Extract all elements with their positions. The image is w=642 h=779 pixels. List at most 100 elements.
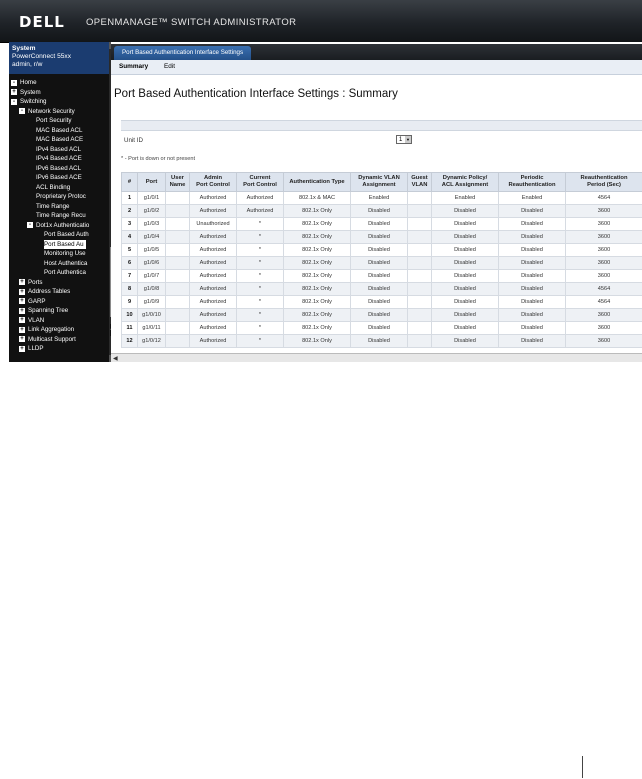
column-header[interactable]: Admin Port Control <box>189 172 237 192</box>
table-cell: Unauthorized <box>189 217 237 231</box>
table-cell <box>165 191 190 205</box>
expand-icon[interactable]: + <box>19 307 25 314</box>
table-cell: g1/0/1 <box>137 191 166 205</box>
table-cell: Authorized <box>189 204 237 218</box>
unit-id-select[interactable]: 1 ▼ <box>396 135 412 144</box>
tree-item[interactable]: IPv6 Based ACE <box>36 173 82 182</box>
tree-item[interactable]: Port Authentica <box>44 268 86 277</box>
tree-item[interactable]: Spanning Tree <box>28 306 68 315</box>
subtab-edit[interactable]: Edit <box>164 63 175 70</box>
column-header[interactable]: Port <box>137 172 166 192</box>
table-cell: 3600 <box>565 217 642 231</box>
column-header[interactable]: Current Port Control <box>236 172 284 192</box>
column-header[interactable]: User Name <box>165 172 190 192</box>
column-header[interactable]: Dynamic Policy/ ACL Assignment <box>431 172 499 192</box>
expand-icon[interactable]: + <box>19 288 25 295</box>
table-cell: Disabled <box>431 217 499 231</box>
table-row[interactable]: 9 g1/0/9 Authorized * 802.1x Only Disabled Dis… <box>121 295 642 309</box>
expand-icon[interactable]: + <box>19 326 25 333</box>
expand-icon[interactable]: + <box>19 317 25 323</box>
collapse-icon[interactable]: - <box>27 222 33 228</box>
table-cell: 802.1x Only <box>283 295 351 309</box>
table-row[interactable]: 10 g1/0/10 Authorized * 802.1x Only Disabled D… <box>121 308 642 322</box>
table-cell: 3600 <box>565 308 642 322</box>
table-row[interactable]: 12 g1/0/12 Authorized * 802.1x Only Disabled D… <box>121 334 642 348</box>
tree-item[interactable]: System <box>20 88 41 97</box>
tree-item[interactable]: Link Aggregation <box>28 325 74 334</box>
table-cell: * <box>236 321 284 335</box>
table-row[interactable]: 4 g1/0/4 Authorized * 802.1x Only Disabled Dis… <box>121 230 642 244</box>
horizontal-scrollbar[interactable]: ◀ <box>111 353 642 362</box>
column-header[interactable]: Reauthentication Period (Sec) <box>565 172 642 192</box>
column-header[interactable]: Authentication Type <box>283 172 351 192</box>
expand-icon[interactable]: + <box>19 345 25 352</box>
tree-item[interactable]: LLDP <box>28 344 43 353</box>
table-cell: Disabled <box>350 256 408 270</box>
tree-item[interactable]: VLAN <box>28 316 44 325</box>
tree-item[interactable]: IPv6 Based ACL <box>36 164 81 173</box>
collapse-icon[interactable]: - <box>19 108 25 114</box>
tree-item[interactable]: Home <box>20 78 37 87</box>
table-cell: Disabled <box>350 295 408 309</box>
tree-item[interactable]: Multicast Support <box>28 335 76 344</box>
tree-item[interactable]: MAC Based ACL <box>36 126 82 135</box>
tree-item[interactable]: Ports <box>28 278 42 287</box>
system-info[interactable]: System PowerConnect 55xx admin, r/w <box>9 42 109 74</box>
table-cell: 802.1x Only <box>283 230 351 244</box>
tree-item[interactable]: MAC Based ACE <box>36 135 83 144</box>
expand-icon[interactable]: + <box>19 336 25 342</box>
table-cell: Enabled <box>431 191 499 205</box>
tree-item[interactable]: Address Tables <box>28 287 70 296</box>
table-cell: 802.1x Only <box>283 334 351 348</box>
table-cell: 5 <box>121 243 138 257</box>
table-cell: Authorized <box>189 334 237 348</box>
table-cell: Authorized <box>189 269 237 283</box>
tree-item[interactable]: Port Based Au <box>44 239 86 249</box>
tree-item[interactable]: Time Range Recu <box>36 211 86 220</box>
table-row[interactable]: 5 g1/0/5 Authorized * 802.1x Only Disabled Dis… <box>121 243 642 257</box>
tree-item[interactable]: GARP <box>28 297 46 306</box>
column-header[interactable]: # <box>121 172 138 192</box>
table-cell: g1/0/3 <box>137 217 166 231</box>
tree-item[interactable]: Dot1x Authenticatio <box>36 221 89 230</box>
tree-item[interactable]: Host Authentica <box>44 259 87 268</box>
table-row[interactable]: 11 g1/0/11 Authorized * 802.1x Only Disabled D… <box>121 321 642 335</box>
table-row[interactable]: 3 g1/0/3 Unauthorized * 802.1x Only Disabled D… <box>121 217 642 231</box>
table-row[interactable]: 1 g1/0/1 Authorized Authorized 802.1x & MAC E… <box>121 191 642 205</box>
scroll-left-icon[interactable]: ◀ <box>113 355 118 362</box>
tree-item[interactable]: IPv4 Based ACE <box>36 154 82 163</box>
tree-item[interactable]: Port Security <box>36 116 71 125</box>
tree-item[interactable]: Port Based Auth <box>44 230 89 239</box>
section-bar <box>121 120 642 131</box>
subtab-summary[interactable]: Summary <box>119 63 148 70</box>
table-cell <box>407 295 432 309</box>
table-cell: Authorized <box>189 295 237 309</box>
expand-icon[interactable]: + <box>11 89 17 95</box>
column-header[interactable]: Periodic Reauthentication <box>498 172 566 192</box>
table-cell: Disabled <box>431 308 499 322</box>
tree-item[interactable]: Time Range <box>36 202 69 211</box>
table-cell: 3600 <box>565 256 642 270</box>
table-row[interactable]: 6 g1/0/6 Authorized * 802.1x Only Disabled Dis… <box>121 256 642 270</box>
column-header[interactable]: Dynamic VLAN Assignment <box>350 172 408 192</box>
table-row[interactable]: 8 g1/0/8 Authorized * 802.1x Only Disabled Dis… <box>121 282 642 296</box>
table-cell: Authorized <box>189 191 237 205</box>
tree-item[interactable]: Network Security <box>28 107 75 116</box>
expand-icon[interactable]: + <box>19 279 25 285</box>
collapse-icon[interactable]: - <box>11 79 17 86</box>
column-header[interactable]: Guest VLAN <box>407 172 432 192</box>
collapse-icon[interactable]: - <box>11 98 17 105</box>
tree-item[interactable]: Monitoring Use <box>44 249 86 258</box>
tree-item[interactable]: ACL Binding <box>36 183 70 192</box>
unit-id-value: 1 <box>399 137 403 143</box>
tree-item[interactable]: Switching <box>20 97 46 106</box>
auth-settings-table: # Port User Name Admin Port Control Current … <box>121 172 642 348</box>
content-panel: Port Based Authentication Interface Sett… <box>111 42 642 362</box>
table-row[interactable]: 7 g1/0/7 Authorized * 802.1x Only Disabled Dis… <box>121 269 642 283</box>
expand-icon[interactable]: + <box>19 298 25 304</box>
tree-item[interactable]: Proprietary Protoc <box>36 192 86 201</box>
table-row[interactable]: 2 g1/0/2 Authorized Authorized 802.1x Only Di… <box>121 204 642 218</box>
tab-port-auth-settings[interactable]: Port Based Authentication Interface Sett… <box>114 46 252 60</box>
table-cell: * <box>236 269 284 283</box>
tree-item[interactable]: IPv4 Based ACL <box>36 145 81 154</box>
